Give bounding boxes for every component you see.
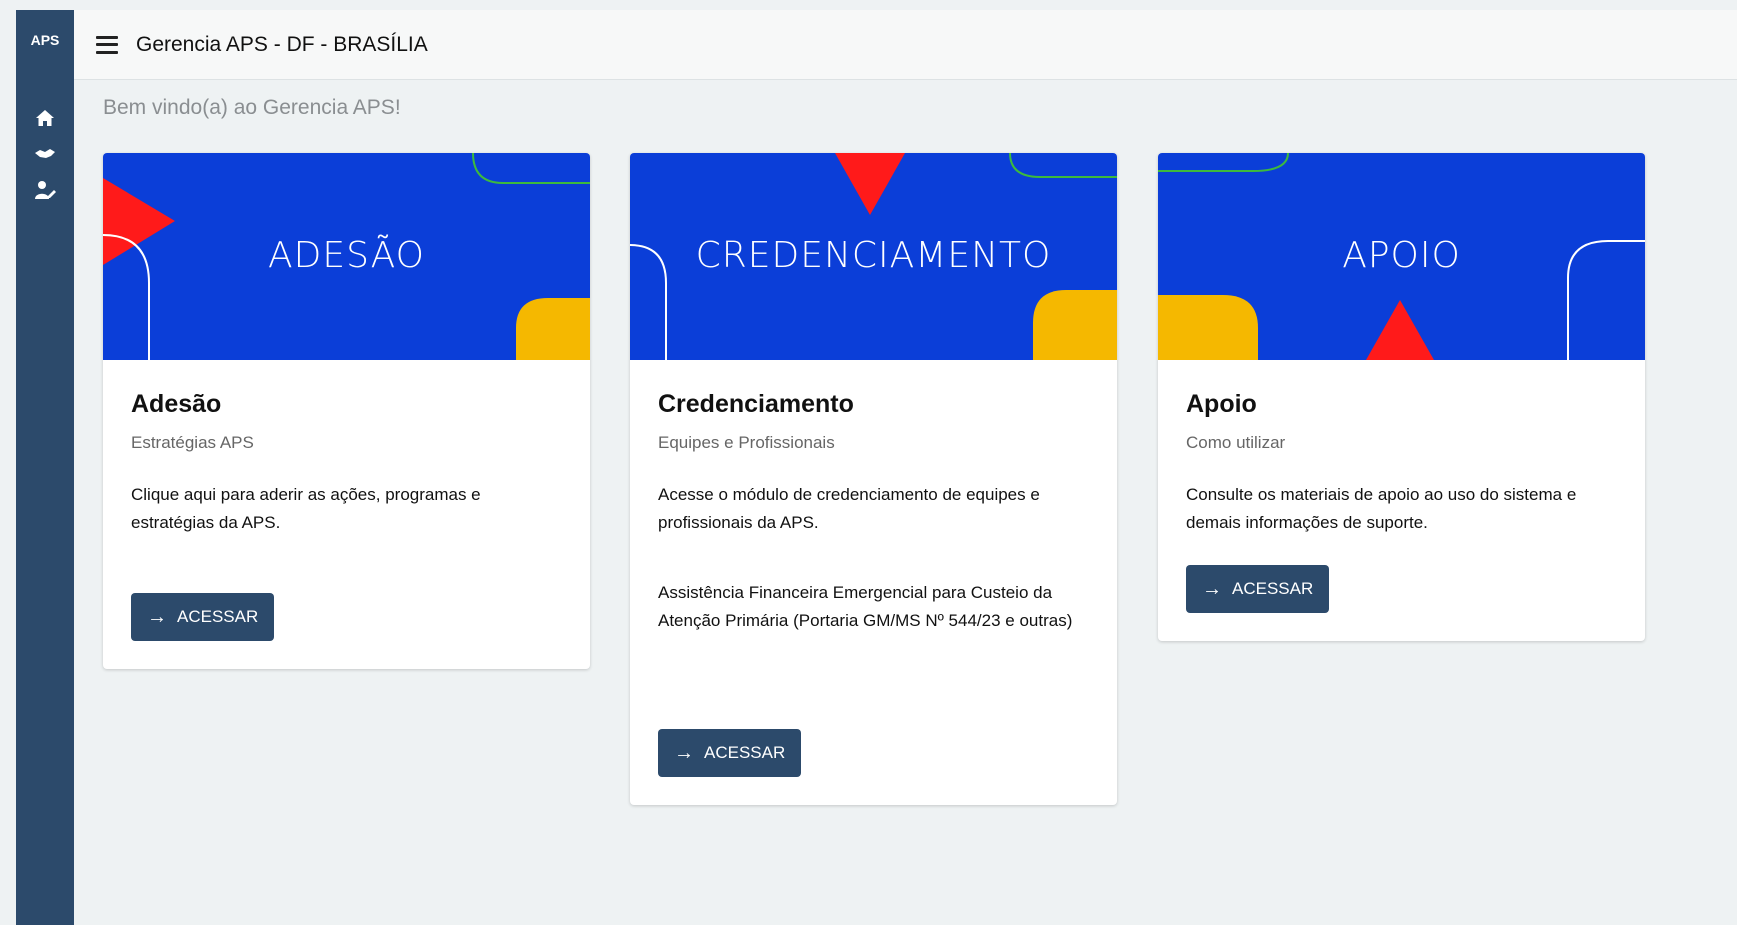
card-banner: ADESÃO <box>103 153 590 360</box>
card-description: Clique aqui para aderir as ações, progra… <box>131 485 481 532</box>
menu-icon[interactable] <box>96 35 118 54</box>
page-title: Gerencia APS - DF - BRASÍLIA <box>136 32 428 56</box>
card-subtitle: Como utilizar <box>1186 433 1286 452</box>
card-title: Apoio <box>1186 390 1257 418</box>
sidebar-item-home[interactable] <box>16 100 74 136</box>
app-brand[interactable]: APS <box>16 10 74 70</box>
card-credenciamento: CREDENCIAMENTO Credenciamento Equipes e … <box>630 153 1117 805</box>
sidebar-item-user-edit[interactable] <box>16 172 74 208</box>
card-subtitle: Equipes e Profissionais <box>658 433 835 452</box>
banner-label: CREDENCIAMENTO <box>695 235 1052 276</box>
sidebar-item-handshake[interactable] <box>16 136 74 172</box>
sidebar: APS <box>16 10 74 925</box>
card-subtitle: Estratégias APS <box>131 433 254 452</box>
arrow-right-icon: → <box>147 605 167 628</box>
card-title: Credenciamento <box>658 390 854 418</box>
card-description: Acesse o módulo de credenciamento de equ… <box>658 485 1040 532</box>
welcome-message: Bem vindo(a) ao Gerencia APS! <box>103 96 401 119</box>
arrow-right-icon: → <box>1202 577 1222 600</box>
card-adesao: ADESÃO Adesão Estratégias APS Clique aqu… <box>103 153 590 669</box>
handshake-icon <box>35 149 55 158</box>
banner-label: ADESÃO <box>268 235 425 276</box>
banner-label: APOIO <box>1342 235 1461 276</box>
card-banner: APOIO <box>1158 153 1645 360</box>
card-title: Adesão <box>131 390 222 418</box>
card-apoio: APOIO Apoio Como utilizar Consulte os ma… <box>1158 153 1645 641</box>
button-label: ACESSAR <box>704 743 786 762</box>
top-bar: Gerencia APS - DF - BRASÍLIA <box>74 10 1737 80</box>
button-label: ACESSAR <box>177 607 259 626</box>
acessar-button[interactable]: → ACESSAR <box>658 729 802 777</box>
card-description-secondary: Assistência Financeira Emergencial para … <box>658 583 1073 630</box>
acessar-button[interactable]: → ACESSAR <box>131 593 275 641</box>
card-description: Consulte os materiais de apoio ao uso do… <box>1186 485 1577 532</box>
home-icon <box>36 110 54 126</box>
card-banner: CREDENCIAMENTO <box>630 153 1117 360</box>
user-edit-icon <box>35 181 56 199</box>
acessar-button[interactable]: → ACESSAR <box>1186 565 1330 613</box>
arrow-right-icon: → <box>674 741 694 764</box>
button-label: ACESSAR <box>1232 579 1314 598</box>
